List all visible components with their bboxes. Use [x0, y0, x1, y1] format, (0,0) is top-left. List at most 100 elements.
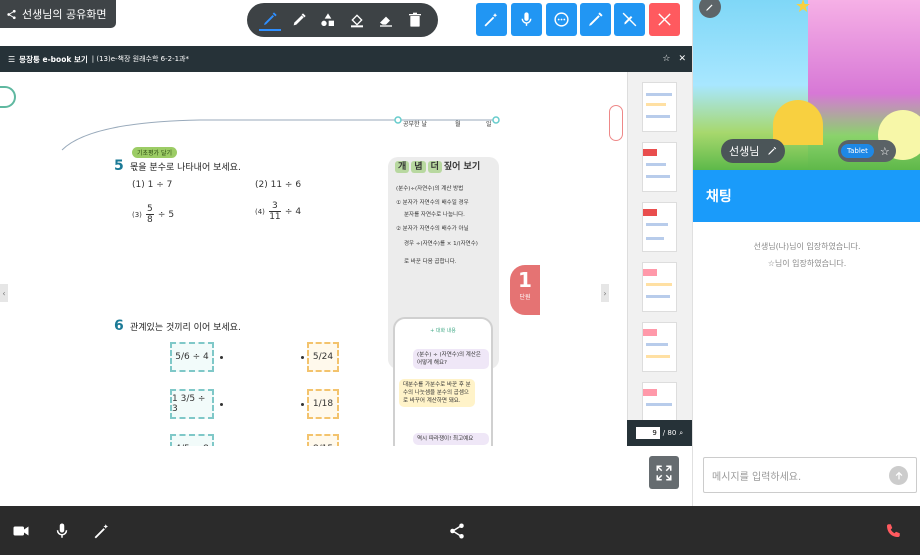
concept-line-4: ② 분자가 자연수의 배수가 아닐	[396, 226, 469, 232]
left-card-1[interactable]: 5/6 ÷ 4	[170, 342, 214, 372]
problem-6-number: 6	[114, 318, 124, 334]
concept-line-1: (분수)÷(자연수)의 계산 방법	[396, 186, 464, 192]
video-camera-icon	[13, 526, 29, 536]
end-call-button[interactable]	[883, 521, 903, 541]
highlighter-tool-button[interactable]	[288, 9, 310, 31]
right-card-1[interactable]: 5/24	[307, 342, 339, 372]
share-icon	[450, 523, 464, 539]
bottom-controls	[0, 506, 920, 555]
clear-all-button[interactable]	[404, 9, 426, 31]
study-date-label: 공부한 날	[403, 121, 427, 128]
shared-screen-label[interactable]: 선생님의 공유화면	[0, 0, 117, 28]
right-card-3[interactable]: 8/15	[307, 434, 339, 446]
shapes-icon	[321, 13, 334, 26]
basic-eval-tag: 기초평가 달기	[132, 147, 178, 158]
star-decoration-icon: ★	[795, 0, 812, 17]
item-3-denominator: 8	[147, 215, 153, 225]
left-card-2[interactable]: 1 3/5 ÷ 3	[170, 389, 214, 419]
chat-system-message: 선생님(나)님이 입장하였습니다.	[753, 242, 861, 251]
close-icon[interactable]: ✕	[678, 54, 686, 64]
video-decoration	[773, 100, 823, 145]
thumbnail-page[interactable]	[642, 262, 677, 312]
chat-input-field[interactable]: 메시지를 입력하세요.	[703, 457, 917, 493]
microphone-icon	[521, 12, 532, 26]
fill-tool-button[interactable]	[346, 9, 368, 31]
prev-page-arrow[interactable]: ‹	[0, 284, 8, 302]
connect-dot[interactable]	[301, 356, 304, 359]
chat-header: 채팅	[693, 170, 920, 222]
zoom-control[interactable]	[609, 105, 623, 141]
phone-hangup-icon	[887, 524, 900, 537]
chat-input-placeholder: 메시지를 입력하세요.	[712, 471, 802, 483]
chat-bubble-2: 대분수를 가분수로 바꾼 후 분수의 나눗셈을 분수의 곱셈으로 바꾸어 계산하…	[399, 379, 475, 407]
star-icon[interactable]: ☆	[662, 54, 670, 64]
eraser-icon	[380, 16, 393, 27]
thumbnail-page[interactable]	[642, 202, 677, 252]
camera-button[interactable]	[11, 521, 31, 541]
day-label: 일	[486, 121, 492, 128]
tablet-tag[interactable]: Tablet ☆	[838, 140, 896, 162]
problem-5-item-2: (2) 11 ÷ 6	[255, 180, 302, 190]
ebook-viewer: ☰ 몽장퉁 e-book 보기 | (13)e-책장 원래수학 6-2-1과* …	[0, 46, 692, 446]
star-icon[interactable]: ☆	[880, 145, 890, 158]
send-button[interactable]	[889, 466, 908, 485]
close-button[interactable]	[649, 3, 680, 36]
phone-chat-illustration: + 대화 내용 (분수) ÷ (자연수)의 계산은 어떻게 해요? 대분수를 가…	[393, 317, 493, 446]
pencil-icon	[706, 4, 713, 11]
shared-screen-text: 선생님의 공유화면	[22, 8, 107, 21]
problem-5-item-4: (4) 3 11 ÷ 4	[255, 201, 301, 222]
mic-button[interactable]	[52, 521, 72, 541]
page-thumbnails	[627, 72, 692, 446]
share-button[interactable]	[447, 521, 467, 541]
pen-tool-button[interactable]	[258, 9, 281, 31]
disable-pen-button[interactable]	[614, 3, 645, 36]
right-panel: ★ 선생님 Tablet ☆ 채팅 선생님(나)님이 입장하였습니다. ☆님이 …	[692, 0, 920, 506]
header-curve	[61, 116, 500, 151]
title-char-1: 개	[395, 161, 410, 173]
left-card-3[interactable]: 4/5 ÷ 8	[170, 434, 214, 446]
current-page-input[interactable]: 9	[635, 427, 660, 439]
title-char-3: 더	[427, 161, 442, 173]
chat-bubble-3: 역시 따라쟁이! 최고예요	[413, 433, 489, 445]
item-4-operator: ÷ 4	[284, 206, 302, 217]
pen-annotate-button[interactable]	[580, 3, 611, 36]
teacher-name: 선생님	[729, 145, 760, 158]
teacher-name-tag[interactable]: 선생님	[721, 139, 786, 163]
fullscreen-button[interactable]	[649, 456, 679, 489]
bookmark-tab[interactable]	[0, 86, 16, 108]
book-icon: ☰	[8, 54, 16, 64]
concept-line-6: 로 바꾼 다음 곱합니다.	[404, 259, 457, 265]
chat-bubble-button[interactable]	[546, 3, 577, 36]
concept-line-5: 경우 ÷(자연수)를 × 1/(자연수)	[404, 241, 478, 247]
connect-dot[interactable]	[220, 356, 223, 359]
connect-dot[interactable]	[301, 403, 304, 406]
magic-wand-button[interactable]	[476, 3, 507, 36]
viewer-subtitle: | (13)e-책장 원래수학 6-2-1과*	[91, 55, 189, 63]
problem-5-number: 5	[114, 158, 124, 174]
magic-wand-icon	[94, 524, 108, 539]
effects-button[interactable]	[92, 521, 112, 541]
tablet-label: Tablet	[841, 144, 874, 158]
eraser-tool-button[interactable]	[375, 9, 397, 31]
search-icon[interactable]: ⌕	[679, 429, 683, 438]
textbook-page[interactable]: 공부한 날 월 일 기초평가 달기 5 몫을 분수로 나타내어 보세요. (1)…	[0, 72, 627, 446]
page-navigator: 9 / 80 ⌕	[627, 420, 692, 446]
concept-line-2: ① 분자가 자연수의 배수일 경우	[396, 200, 469, 206]
microphone-icon	[56, 523, 68, 538]
microphone-button[interactable]	[511, 3, 542, 36]
video-feed: ★ 선생님 Tablet ☆	[693, 0, 920, 170]
problem-5-item-3: (3) 5 8 ÷ 5	[132, 204, 174, 225]
magic-wand-icon	[484, 13, 498, 27]
item-3-numerator: 5	[147, 204, 153, 214]
thumbnail-page[interactable]	[642, 142, 677, 192]
right-card-2[interactable]: 1/18	[307, 389, 339, 419]
viewer-title: 몽장퉁 e-book 보기	[19, 54, 88, 64]
month-label: 월	[455, 121, 461, 128]
close-icon	[658, 13, 671, 26]
next-page-arrow[interactable]: ›	[601, 284, 609, 302]
thumbnail-page[interactable]	[642, 82, 677, 132]
connect-dot[interactable]	[220, 403, 223, 406]
thumbnail-page[interactable]	[642, 322, 677, 372]
shapes-tool-button[interactable]	[317, 9, 339, 31]
unit-number: 1	[518, 268, 532, 292]
